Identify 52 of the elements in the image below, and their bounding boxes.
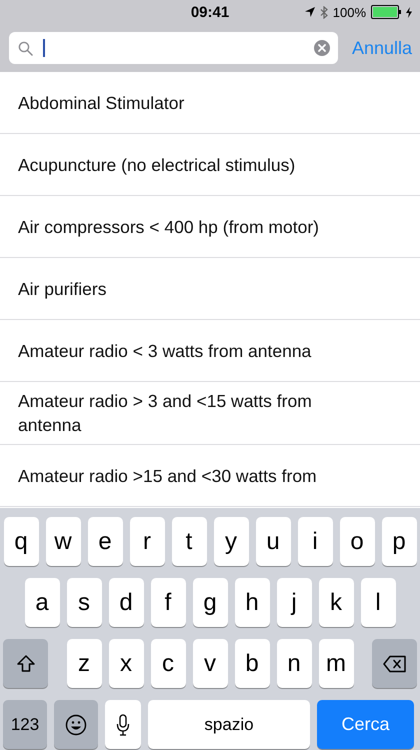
key[interactable]: z	[66, 639, 102, 688]
key[interactable]: n	[276, 639, 312, 688]
key[interactable]: u	[256, 517, 290, 566]
dictation-key[interactable]	[105, 700, 141, 749]
location-arrow-icon	[304, 7, 315, 17]
result-item[interactable]: Amateur radio < 3 watts from antenna	[0, 320, 420, 382]
backspace-icon	[382, 654, 406, 672]
search-icon	[18, 40, 33, 56]
key[interactable]: j	[276, 578, 312, 627]
key[interactable]: s	[66, 578, 102, 627]
key[interactable]: r	[130, 517, 164, 566]
key[interactable]: q	[4, 517, 38, 566]
key[interactable]: v	[192, 639, 228, 688]
key[interactable]: a	[24, 578, 60, 627]
microphone-icon	[116, 714, 130, 736]
search-key[interactable]: Cerca	[317, 700, 414, 749]
result-item[interactable]: Amateur radio > 3 and <15 watts from antenna	[0, 382, 420, 445]
key[interactable]: f	[150, 578, 186, 627]
key[interactable]: p	[382, 517, 416, 566]
search-field[interactable]	[9, 32, 338, 64]
key[interactable]: e	[88, 517, 122, 566]
key[interactable]: x	[108, 639, 144, 688]
key[interactable]: y	[214, 517, 248, 566]
shift-icon	[16, 654, 36, 674]
bluetooth-icon	[320, 6, 328, 18]
space-key[interactable]: spazio	[148, 700, 310, 749]
result-item[interactable]: Abdominal Stimulator	[0, 72, 420, 134]
key[interactable]: c	[150, 639, 186, 688]
key[interactable]: k	[318, 578, 354, 627]
result-item[interactable]: Acupuncture (no electrical stimulus)	[0, 134, 420, 196]
smiley-icon	[65, 714, 87, 736]
key[interactable]: h	[234, 578, 270, 627]
result-item[interactable]: Amateur radio >15 and <30 watts from	[0, 445, 420, 507]
battery-icon	[371, 5, 401, 19]
clear-icon[interactable]	[314, 40, 330, 56]
emoji-key[interactable]	[54, 700, 98, 749]
result-item[interactable]: Air purifiers	[0, 258, 420, 320]
status-time: 09:41	[190, 4, 230, 20]
result-item[interactable]: Air compressors < 400 hp (from motor)	[0, 196, 420, 258]
key[interactable]: d	[108, 578, 144, 627]
delete-key[interactable]	[372, 639, 417, 688]
key[interactable]: b	[234, 639, 270, 688]
numbers-key[interactable]: 123	[3, 700, 47, 749]
key[interactable]: g	[192, 578, 228, 627]
key[interactable]: i	[298, 517, 332, 566]
battery-percentage: 100%	[332, 4, 366, 20]
shift-key[interactable]	[3, 639, 48, 688]
key[interactable]: t	[172, 517, 206, 566]
key[interactable]: m	[318, 639, 354, 688]
key[interactable]: o	[340, 517, 374, 566]
key[interactable]: w	[46, 517, 80, 566]
key[interactable]: l	[360, 578, 396, 627]
